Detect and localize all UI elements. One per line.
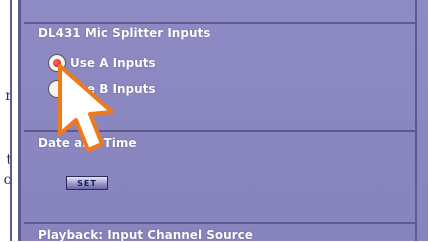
mic-splitter-section-title: DL431 Mic Splitter Inputs: [38, 26, 211, 40]
right-column-divider: [415, 0, 417, 241]
playback-section-title: Playback: Input Channel Source: [38, 228, 253, 242]
section-divider-playback: [24, 222, 416, 224]
section-divider-top: [24, 22, 416, 24]
left-border-line: [10, 0, 12, 241]
set-date-time-button[interactable]: SET: [66, 176, 108, 190]
arrow-cursor-icon: [58, 64, 114, 152]
